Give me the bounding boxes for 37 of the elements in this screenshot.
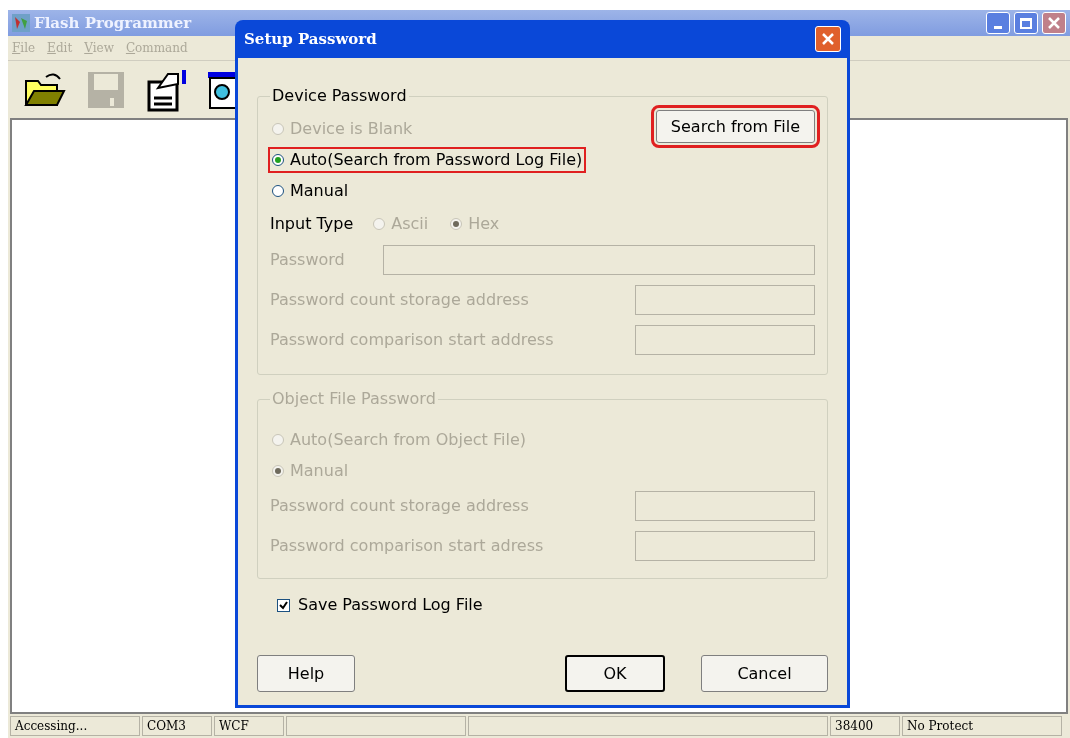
menu-item[interactable]: Command [125,39,188,57]
radio-label[interactable]: Auto(Search from Password Log File) [290,148,583,172]
field-label: Password count storage address [270,495,529,517]
menu-item[interactable]: Edit [47,39,73,57]
save-log-checkbox[interactable]: Save Password Log File [277,593,828,617]
app-icon [12,14,30,32]
status-cell: Accessing... [10,716,140,736]
radio-label[interactable]: Manual [290,179,349,203]
group-legend: Object File Password [270,387,438,411]
maximize-button[interactable] [1014,12,1038,34]
radio-button[interactable] [272,185,284,197]
close-icon [1048,17,1060,29]
menu-item[interactable]: File [12,39,36,57]
dialog-button[interactable]: Help [257,655,355,692]
status-cell: WCF [214,716,284,736]
close-button[interactable] [815,26,841,52]
menu-item[interactable]: View [84,39,114,57]
check-icon [279,600,288,610]
field-label: Password comparison start address [270,329,554,351]
close-button[interactable] [1042,12,1066,34]
field-label: Password comparison start adress [270,535,544,557]
radio-button[interactable] [272,154,284,166]
dialog-button[interactable]: Cancel [701,655,828,692]
field-label: Password count storage address [270,289,529,311]
input-type-label: Input Type [270,213,354,235]
status-cell: 38400 [830,716,900,736]
field-label: Password [270,249,345,271]
window-title: Flash Programmer [34,12,192,34]
group-legend: Device Password [270,84,409,108]
dialog-title: Setup Password [244,28,377,50]
close-icon [821,32,835,46]
status-cell: COM3 [142,716,212,736]
status-cell: No Protect [902,716,1062,736]
minimize-button[interactable] [986,12,1010,34]
document-settings-icon[interactable] [146,67,188,112]
open-folder-icon[interactable] [24,70,66,109]
dialog-button[interactable]: OK [565,655,665,692]
